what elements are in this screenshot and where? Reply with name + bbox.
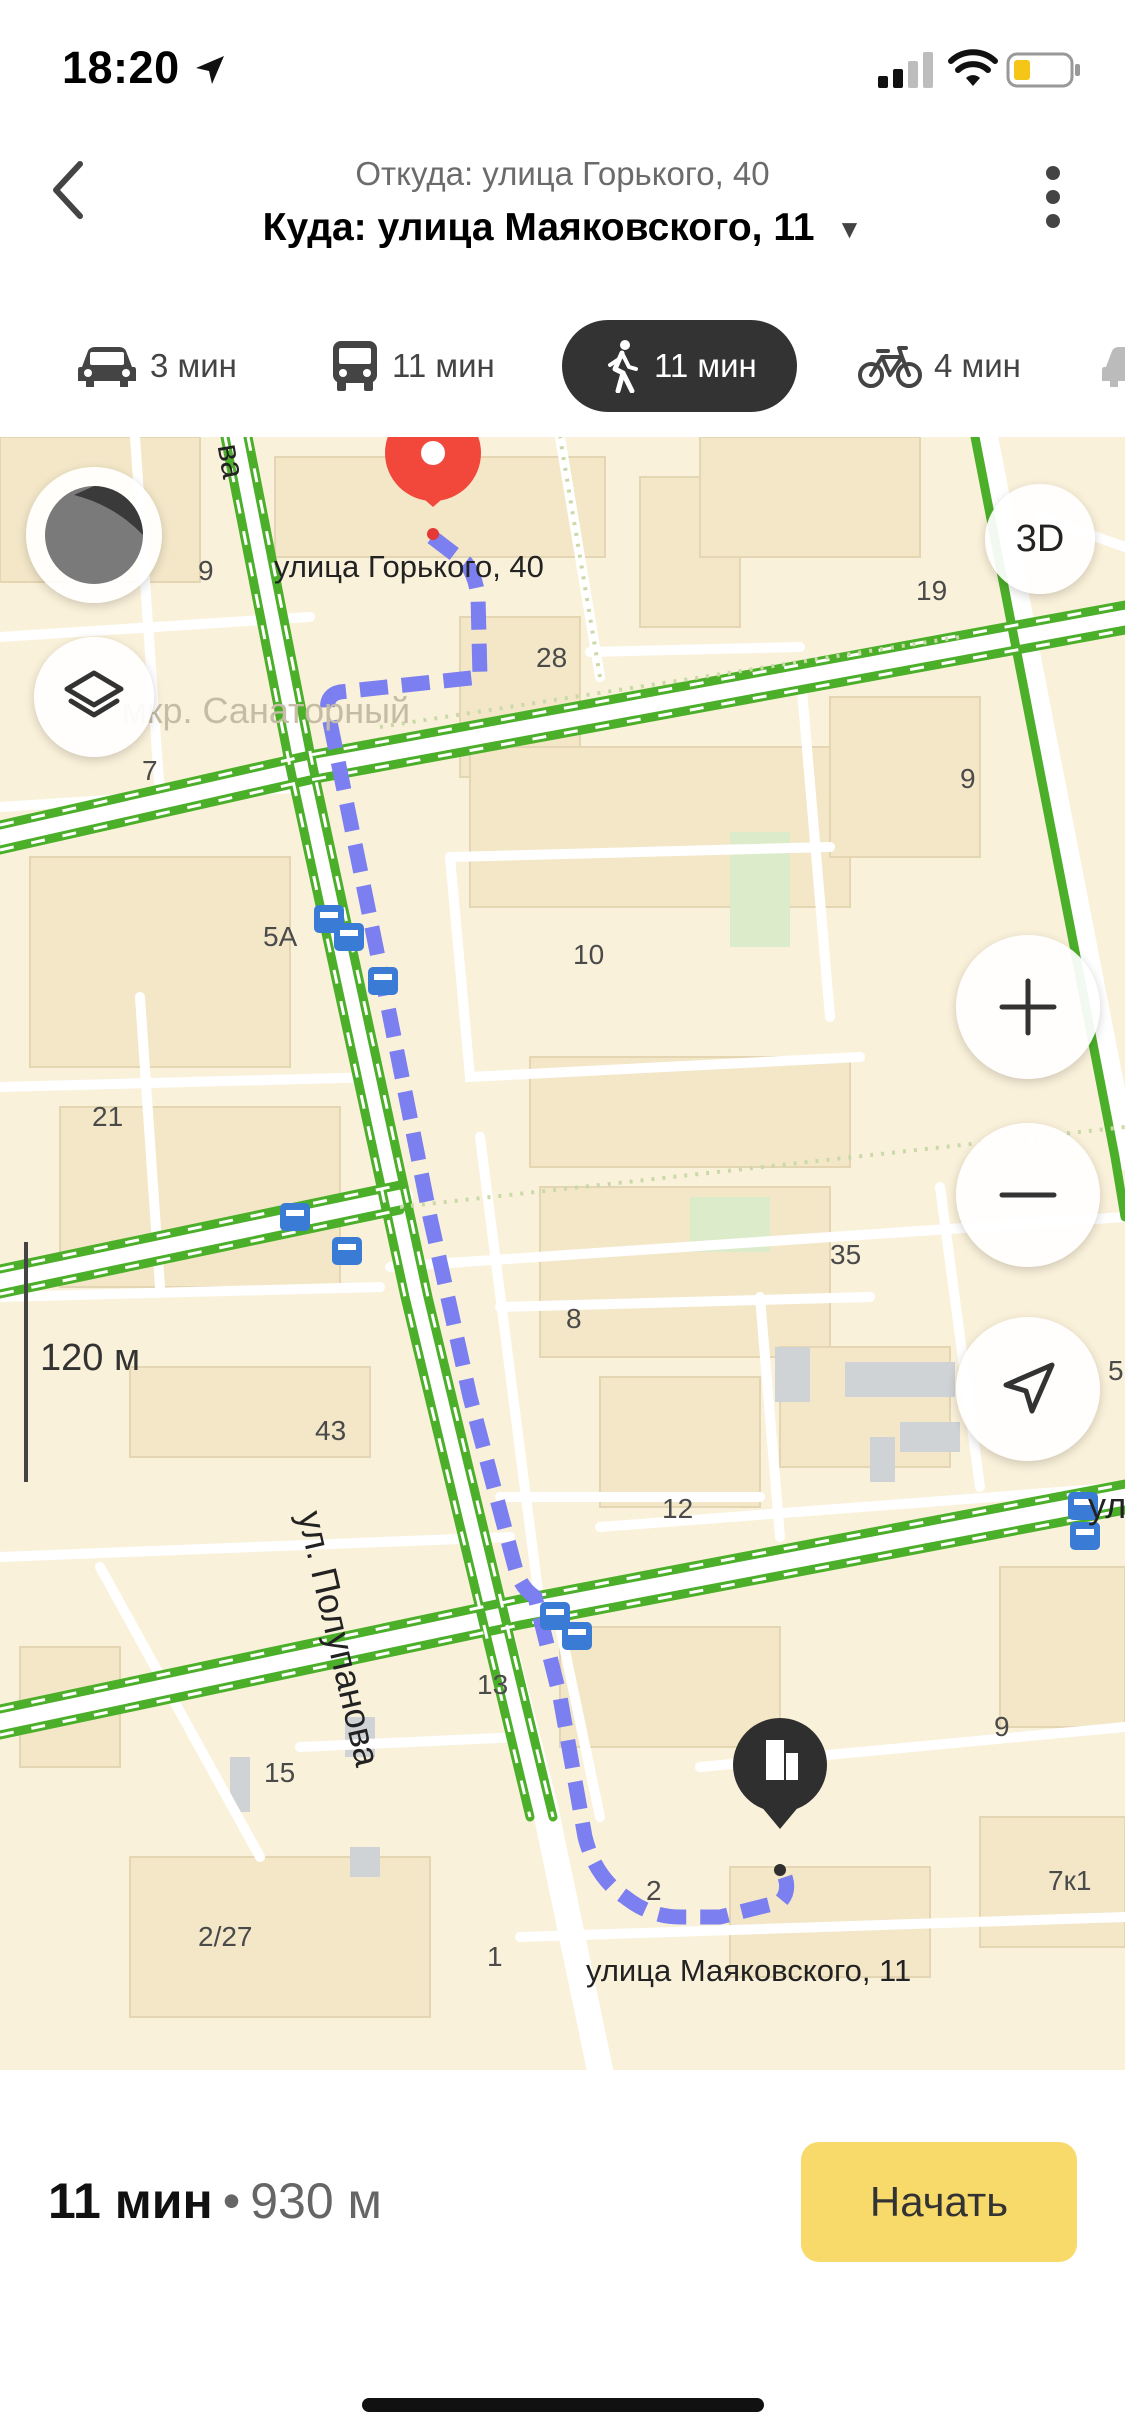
status-time: 18:20	[62, 42, 180, 93]
more-menu-button[interactable]	[1040, 160, 1066, 240]
house-number: 43	[315, 1415, 347, 1446]
house-number: 8	[566, 1303, 582, 1334]
street-label-partial-left: ва	[210, 441, 252, 482]
house-number: 7	[142, 755, 158, 786]
layers-button[interactable]	[34, 637, 154, 757]
route-origin[interactable]: Откуда: улица Горького, 40	[0, 155, 1125, 193]
3d-button[interactable]: 3D	[985, 484, 1095, 594]
house-number: 9	[198, 555, 214, 586]
start-navigation-button[interactable]: Начать	[801, 2142, 1077, 2262]
tab-car-label: 3 мин	[150, 347, 237, 384]
tab-bike-label: 4 мин	[934, 347, 1021, 384]
tab-more-modes[interactable]	[1100, 320, 1125, 412]
dot-icon	[1046, 166, 1060, 180]
plus-icon	[999, 978, 1057, 1036]
separator-dot: •	[222, 2173, 241, 2229]
route-destination-text: Куда: улица Маяковского, 11	[262, 206, 815, 249]
tab-bike[interactable]: 4 мин	[858, 320, 1021, 412]
car-icon	[78, 347, 136, 387]
tab-car[interactable]: 3 мин	[76, 320, 237, 412]
transport-mode-tabs: 3 мин 11 мин 11 мин 4 мин	[0, 310, 1125, 420]
tab-transit[interactable]: 11 мин	[330, 320, 495, 412]
dot-icon	[1046, 190, 1060, 204]
end-address-label: улица Маяковского, 11	[586, 1953, 912, 1988]
minus-icon	[999, 1192, 1057, 1198]
navigation-arrow-icon	[1003, 1362, 1055, 1414]
house-number: 5А	[263, 921, 298, 952]
house-number: 7к1	[1048, 1865, 1092, 1896]
bike-icon	[858, 346, 922, 388]
house-number: 9	[960, 763, 976, 794]
tab-transit-label: 11 мин	[392, 347, 495, 384]
start-address-label: улица Горького, 40	[274, 549, 544, 584]
house-number: 10	[573, 939, 605, 970]
route-time: 11 мин	[48, 2173, 213, 2229]
my-location-button[interactable]	[956, 1317, 1100, 1461]
house-number: 5	[1108, 1355, 1124, 1386]
house-number: 15	[264, 1757, 296, 1788]
house-number: 2	[646, 1875, 662, 1906]
house-number: 2/27	[198, 1921, 253, 1952]
tab-walk-label: 11 мин	[654, 347, 757, 384]
bus-icon	[333, 341, 377, 391]
house-number: 13	[477, 1669, 509, 1700]
house-number: 35	[830, 1239, 862, 1270]
zoom-in-button[interactable]	[956, 935, 1100, 1079]
status-bar: 18:20	[0, 0, 1125, 130]
destination-building-pin[interactable]	[733, 1718, 827, 1876]
car-icon	[1102, 347, 1125, 387]
house-number: 28	[536, 642, 568, 673]
house-number: 1	[487, 1941, 503, 1972]
home-indicator[interactable]	[362, 2398, 764, 2412]
cellular-signal-icon	[878, 52, 933, 88]
map-view[interactable]: улица Горького, 40 улица Маяковского, 11…	[0, 437, 1125, 2070]
district-label: мкр. Санаторный	[122, 690, 411, 731]
house-number: 19	[916, 575, 948, 606]
zoom-out-button[interactable]	[956, 1123, 1100, 1267]
house-number: 12	[662, 1493, 694, 1524]
dropdown-caret-icon: ▼	[836, 214, 863, 245]
avatar-icon	[45, 486, 143, 584]
battery-icon	[1006, 52, 1080, 88]
layers-icon	[64, 670, 124, 718]
dot-icon	[1046, 214, 1060, 228]
profile-avatar-button[interactable]	[26, 467, 162, 603]
route-destination[interactable]: Куда: улица Маяковского, 11 ▼	[0, 206, 1125, 250]
scale-label: 120 м	[40, 1337, 141, 1379]
wifi-icon	[948, 49, 998, 86]
map-canvas[interactable]	[0, 437, 1125, 2070]
route-distance: 930 м	[250, 2173, 382, 2229]
house-number: 21	[92, 1101, 124, 1132]
location-arrow-icon	[196, 56, 224, 84]
street-label-partial: ул	[1088, 1485, 1125, 1526]
walk-icon	[608, 340, 638, 393]
route-summary: 11 мин • 930 м	[48, 2172, 382, 2230]
house-number: 9	[994, 1711, 1010, 1742]
tab-walk[interactable]: 11 мин	[562, 320, 797, 412]
